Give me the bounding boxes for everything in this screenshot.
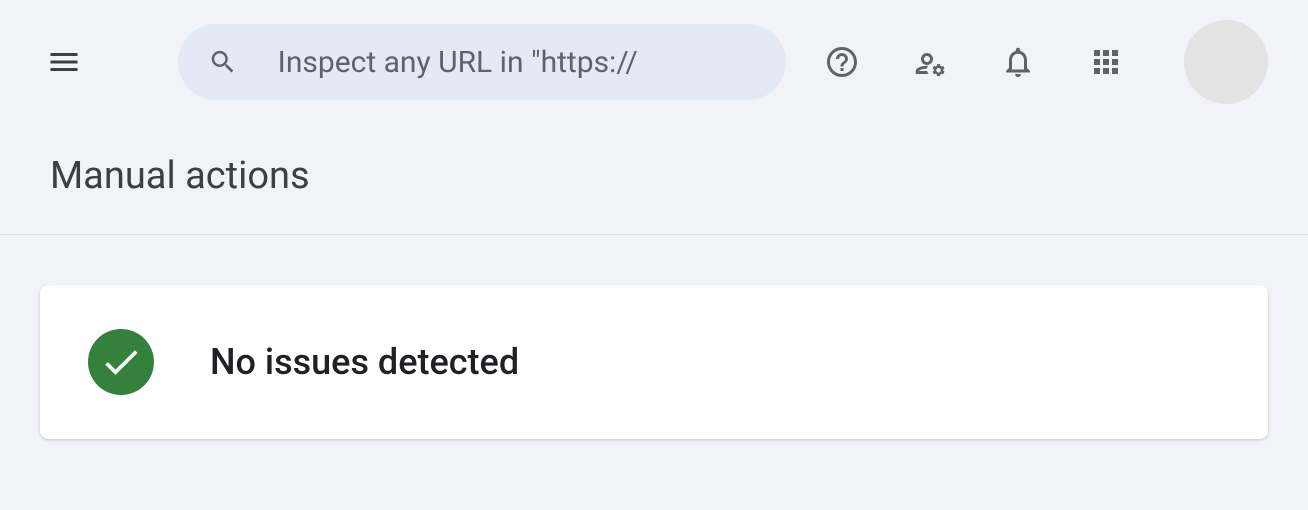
menu-button[interactable] [40,38,88,86]
search-bar[interactable] [178,24,786,100]
user-settings-icon [912,44,948,80]
help-icon [824,44,860,80]
hamburger-icon [46,44,82,80]
page-title-section: Manual actions [0,124,1308,235]
user-settings-button[interactable] [910,42,950,82]
search-input[interactable] [278,45,756,80]
notifications-button[interactable] [998,42,1038,82]
apps-grid-icon [1088,44,1124,80]
page-title: Manual actions [50,154,1258,198]
avatar[interactable] [1184,20,1268,104]
checkmark-icon [99,340,143,384]
help-button[interactable] [822,42,862,82]
status-card: No issues detected [40,285,1268,439]
header [0,0,1308,124]
search-icon [208,45,238,79]
header-actions [822,20,1268,104]
status-success-badge [88,329,154,395]
status-message: No issues detected [210,341,519,383]
content: No issues detected [0,235,1308,489]
bell-icon [1000,44,1036,80]
apps-button[interactable] [1086,42,1126,82]
